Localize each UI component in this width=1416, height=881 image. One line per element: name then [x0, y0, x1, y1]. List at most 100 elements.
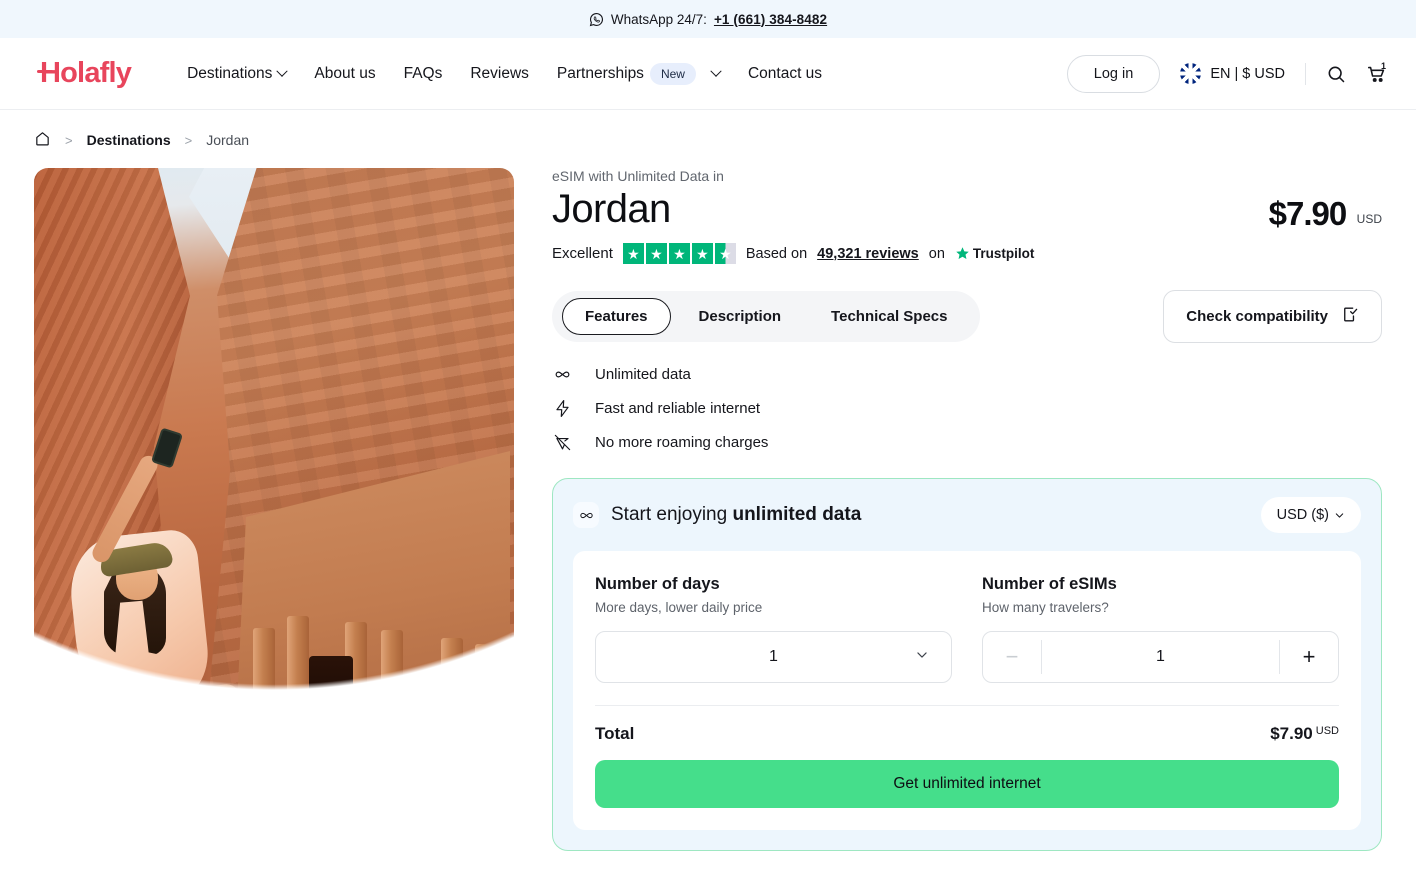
purchase-card-header: Start enjoying unlimited data USD ($) — [573, 497, 1361, 533]
product-details: eSIM with Unlimited Data in Jordan $7.90… — [552, 168, 1382, 851]
tab-features[interactable]: Features — [562, 298, 671, 335]
petra-photo — [34, 168, 514, 748]
breadcrumb-separator: > — [65, 132, 73, 148]
infinity-icon — [552, 365, 572, 384]
feature-list: Unlimited data Fast and reliable interne… — [552, 365, 1382, 452]
whatsapp-phone-link[interactable]: +1 (661) 384-8482 — [714, 12, 827, 27]
trustpilot-logo: Trustpilot — [955, 246, 1035, 261]
main-navigation: Destinations About us FAQs Reviews Partn… — [187, 62, 822, 85]
total-row: Total $7.90 USD — [595, 705, 1339, 744]
nav-item-about-us[interactable]: About us — [314, 65, 375, 83]
currency-select[interactable]: USD ($) — [1260, 497, 1361, 533]
days-sublabel: More days, lower daily price — [595, 600, 763, 615]
hero-image — [34, 168, 514, 748]
star-icon: ★ — [691, 243, 713, 264]
breadcrumb-item-destinations[interactable]: Destinations — [87, 132, 171, 148]
search-icon[interactable] — [1326, 64, 1346, 84]
nav-item-partnerships[interactable]: Partnerships New — [556, 62, 722, 85]
esims-value: 1 — [1156, 648, 1165, 665]
locale-label: EN | $ USD — [1210, 65, 1285, 82]
product-price: $7.90 — [1268, 195, 1348, 232]
tab-group: Features Description Technical Specs — [552, 291, 980, 342]
no-roaming-icon — [552, 433, 572, 452]
nav-item-destinations[interactable]: Destinations — [187, 64, 289, 83]
feature-label: Fast and reliable internet — [595, 400, 761, 417]
nav-item-contact-us[interactable]: Contact us — [748, 65, 822, 83]
cart-icon[interactable]: 1 — [1366, 60, 1388, 85]
star-icon: ★ — [668, 243, 690, 264]
trustpilot-label: Trustpilot — [972, 246, 1035, 261]
star-icon: ★ — [645, 243, 667, 264]
get-unlimited-internet-button[interactable]: Get unlimited internet — [595, 760, 1339, 808]
days-select[interactable]: 1 — [595, 631, 952, 683]
chevron-down-icon — [1335, 512, 1344, 518]
days-value: 1 — [769, 648, 778, 665]
check-compatibility-button[interactable]: Check compatibility — [1163, 290, 1382, 343]
whatsapp-label: WhatsApp 24/7: — [610, 11, 707, 27]
phone-in-hand — [150, 427, 184, 469]
cart-count-badge: 1 — [1380, 60, 1386, 71]
language-currency-selector[interactable]: EN | $ USD — [1180, 63, 1285, 84]
tab-description[interactable]: Description — [677, 299, 804, 334]
esims-label: Number of eSIMs — [982, 575, 1117, 593]
tab-technical-specs[interactable]: Technical Specs — [809, 299, 969, 334]
traveler-figure — [64, 418, 262, 724]
header-actions: Log in EN | $ USD 1 — [1066, 54, 1388, 93]
esims-selector-group: Number of eSIMs How many travelers? − 1 … — [982, 575, 1339, 683]
purchase-heading-light: Start enjoying — [611, 504, 733, 525]
title-price-row: Jordan $7.90 USD — [552, 187, 1382, 233]
rating-on-label: on — [928, 245, 945, 262]
holafly-logo[interactable]: Holafly — [36, 57, 132, 90]
nav-label-destinations: Destinations — [187, 64, 273, 82]
price-block: $7.90 USD — [1269, 187, 1382, 233]
total-amount-block: $7.90 USD — [1270, 724, 1339, 744]
rating-stars: ★ ★ ★ ★ ★ — [622, 243, 736, 264]
feature-item: Fast and reliable internet — [552, 399, 1382, 418]
whatsapp-topbar: WhatsApp 24/7: +1 (661) 384-8482 — [0, 0, 1416, 38]
main-content: eSIM with Unlimited Data in Jordan $7.90… — [0, 150, 1416, 851]
rating-based-on-label: Based on — [745, 245, 808, 262]
currency-select-value: USD ($) — [1276, 507, 1329, 523]
nav-item-reviews[interactable]: Reviews — [470, 65, 529, 83]
breadcrumb: > Destinations > Jordan — [0, 110, 1416, 150]
nav-label-about-us: About us — [314, 64, 376, 82]
feature-item: No more roaming charges — [552, 433, 1382, 452]
purchase-heading-bold: unlimited data — [732, 504, 862, 525]
days-selector-group: Number of days More days, lower daily pr… — [595, 575, 952, 683]
product-price-currency: USD — [1356, 212, 1382, 226]
purchase-card: Start enjoying unlimited data USD ($) Nu… — [552, 478, 1382, 851]
whatsapp-icon — [589, 12, 604, 27]
rating-verdict: Excellent — [552, 245, 613, 262]
total-value: $7.90 — [1270, 724, 1313, 743]
days-label: Number of days — [595, 575, 720, 593]
tabs-row: Features Description Technical Specs Che… — [552, 290, 1382, 343]
total-currency: USD — [1315, 725, 1339, 737]
breadcrumb-item-jordan: Jordan — [206, 132, 250, 148]
esims-increment-button[interactable]: + — [1280, 632, 1338, 682]
check-compatibility-label: Check compatibility — [1186, 308, 1328, 325]
selectors: Number of days More days, lower daily pr… — [595, 575, 1339, 683]
esims-stepper: − 1 + — [982, 631, 1339, 683]
nav-label-reviews: Reviews — [470, 64, 529, 82]
esims-sublabel: How many travelers? — [982, 600, 1109, 615]
half-star-icon: ★ — [714, 243, 736, 264]
infinity-icon — [573, 502, 599, 528]
nav-item-faqs[interactable]: FAQs — [404, 65, 443, 83]
rating-reviews-link[interactable]: 49,321 reviews — [817, 246, 919, 262]
nav-label-partnerships: Partnerships — [556, 64, 644, 82]
total-label: Total — [595, 724, 635, 743]
feature-item: Unlimited data — [552, 365, 1382, 384]
home-icon[interactable] — [34, 130, 51, 150]
chevron-down-icon — [276, 65, 289, 77]
feature-label: Unlimited data — [595, 366, 691, 383]
nav-label-faqs: FAQs — [403, 64, 443, 82]
login-button[interactable]: Log in — [1066, 54, 1161, 93]
page-title: Jordan — [552, 187, 671, 231]
feature-label: No more roaming charges — [595, 434, 769, 451]
chevron-down-icon — [915, 648, 929, 667]
lightning-bolt-icon — [552, 399, 572, 418]
product-eyebrow: eSIM with Unlimited Data in — [552, 168, 724, 184]
header-divider — [1305, 62, 1306, 85]
site-header: Holafly Destinations About us FAQs Revie… — [0, 38, 1416, 110]
esims-decrement-button[interactable]: − — [983, 632, 1041, 682]
